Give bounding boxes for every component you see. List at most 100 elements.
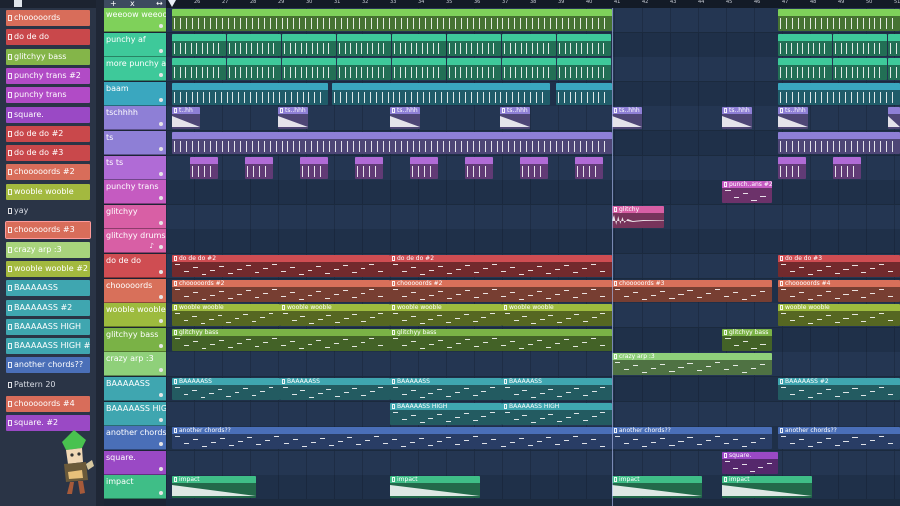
- track-lane[interactable]: punch..ans #2: [166, 180, 900, 205]
- pattern-item[interactable]: BAAAAASS: [6, 280, 90, 297]
- playlist-clip[interactable]: [778, 82, 900, 105]
- playlist-clip[interactable]: ts..hhh: [778, 107, 808, 130]
- playlist-clip[interactable]: BAAAAASS: [280, 378, 390, 400]
- playlist-clip[interactable]: BAAAAASS #2: [778, 378, 900, 400]
- playlist-clip[interactable]: another chords??: [778, 427, 900, 450]
- playlist-clip[interactable]: [355, 156, 383, 179]
- track-header[interactable]: punchy af: [104, 32, 166, 57]
- track-lane[interactable]: [166, 229, 900, 254]
- playlist-clip[interactable]: BAAAAASS: [502, 378, 612, 400]
- playlist-clip[interactable]: [502, 58, 556, 81]
- playlist-clip[interactable]: ts..hhh: [500, 107, 530, 130]
- playlist-clip[interactable]: square.: [722, 451, 778, 474]
- track-mute-toggle[interactable]: [159, 24, 163, 28]
- pattern-item[interactable]: chooooords #4: [6, 396, 90, 412]
- pattern-item[interactable]: punchy trans: [6, 87, 90, 104]
- playlist-clip[interactable]: [172, 82, 328, 105]
- playlist-clip[interactable]: glitchy: [612, 205, 664, 228]
- pattern-item[interactable]: do de do #3: [6, 145, 90, 162]
- track-lane[interactable]: BAAAAASS BAAAAASS BAAAAASS BAAAAASS BAAAAASS…: [166, 377, 900, 401]
- playlist-clip[interactable]: [833, 58, 887, 81]
- pattern-item[interactable]: do de do #2: [6, 125, 90, 142]
- pattern-item[interactable]: wooble wooble: [6, 183, 90, 200]
- playlist-clip[interactable]: [778, 156, 806, 179]
- playlist-clip[interactable]: [520, 156, 548, 179]
- playlist-clip[interactable]: [282, 58, 336, 81]
- track-mute-toggle[interactable]: [159, 442, 163, 447]
- track-mute-toggle[interactable]: [159, 466, 163, 471]
- expand-icon[interactable]: ↔: [156, 0, 163, 8]
- pattern-item[interactable]: crazy arp :3: [6, 241, 90, 258]
- track-header[interactable]: punchy trans: [104, 180, 166, 205]
- playlist-clip[interactable]: [778, 132, 900, 154]
- playlist-clip[interactable]: [888, 58, 900, 81]
- playlist-clip[interactable]: BAAAAASS HIGH: [390, 402, 502, 425]
- track-lane[interactable]: [166, 155, 900, 180]
- playlist-clip[interactable]: [332, 82, 550, 105]
- playlist-clip[interactable]: impact: [390, 476, 480, 499]
- pattern-item[interactable]: glitchyy bass: [6, 48, 90, 65]
- playlist-clip[interactable]: chooooords #2: [172, 279, 390, 302]
- track-mute-toggle[interactable]: [159, 196, 163, 201]
- track-header[interactable]: BAAAAASS: [104, 377, 166, 401]
- playlist-clip[interactable]: [410, 156, 438, 179]
- playlist-clip[interactable]: [282, 33, 336, 56]
- track-mute-toggle[interactable]: [159, 368, 163, 373]
- track-lane[interactable]: [166, 81, 900, 106]
- playlist-clip[interactable]: [172, 33, 226, 56]
- track-header[interactable]: chooooords: [104, 278, 166, 303]
- playlist-clip[interactable]: [833, 156, 861, 179]
- playlist-clip[interactable]: glitchyy bass: [172, 328, 390, 351]
- pattern-item[interactable]: Pattern 20: [6, 376, 90, 393]
- pattern-item[interactable]: do de do: [6, 29, 90, 46]
- playlist-clip[interactable]: [888, 33, 900, 56]
- track-lane[interactable]: [166, 8, 900, 32]
- playlist-clip[interactable]: [392, 58, 446, 81]
- pattern-item[interactable]: yay: [6, 203, 90, 219]
- playlist-clip[interactable]: crazy arp :3: [612, 353, 772, 376]
- pattern-item[interactable]: chooooords: [6, 10, 90, 26]
- playlist-clip[interactable]: another chords??: [612, 427, 772, 450]
- playlist-clip[interactable]: [245, 156, 273, 179]
- playlist-clip[interactable]: BAAAAASS: [390, 378, 502, 400]
- track-mute-toggle[interactable]: [159, 48, 163, 53]
- playlist-clip[interactable]: [557, 33, 611, 56]
- playlist-clip[interactable]: [337, 33, 391, 56]
- playlist-clip[interactable]: chooooords #3: [612, 279, 772, 302]
- track-mute-toggle[interactable]: [159, 393, 163, 397]
- track-header[interactable]: baam: [104, 81, 166, 106]
- playlist-clip[interactable]: glitchyy bass: [722, 328, 772, 351]
- playlist-clip[interactable]: do de do #2: [172, 255, 390, 277]
- playlist-clip[interactable]: t..hh: [172, 107, 200, 130]
- playlist-clip[interactable]: [227, 58, 281, 81]
- track-mute-toggle[interactable]: [159, 491, 163, 496]
- track-mute-toggle[interactable]: [159, 319, 163, 324]
- playlist-clip[interactable]: [502, 33, 556, 56]
- playlist-clip[interactable]: [300, 156, 328, 179]
- pattern-panel-icon[interactable]: [14, 0, 22, 7]
- track-lane[interactable]: glitchyy bass glitchyy bass glitchyy bass: [166, 327, 900, 352]
- playlist-clip[interactable]: wooble wooble: [280, 304, 390, 327]
- pattern-item[interactable]: square.: [6, 106, 90, 123]
- playlist-clip[interactable]: [557, 58, 611, 81]
- pattern-item[interactable]: wooble wooble #2: [6, 260, 90, 277]
- track-mute-toggle[interactable]: [159, 97, 163, 102]
- playlist-clip[interactable]: ts..hhh: [390, 107, 420, 130]
- playlist-clip[interactable]: [575, 156, 603, 179]
- playlist-clip[interactable]: BAAAAASS: [172, 378, 280, 400]
- track-mute-toggle[interactable]: [159, 171, 163, 176]
- track-header[interactable]: impact: [104, 475, 166, 500]
- track-mute-toggle[interactable]: [159, 147, 163, 151]
- track-lane[interactable]: [166, 32, 900, 57]
- close-icon[interactable]: x: [130, 0, 135, 8]
- track-lane[interactable]: impact impact impact impact: [166, 475, 900, 500]
- playlist-clip[interactable]: [778, 58, 832, 81]
- playlist-clip[interactable]: impact: [722, 476, 812, 499]
- track-header[interactable]: do de do: [104, 254, 166, 278]
- playlist-clip[interactable]: ts..hhh: [722, 107, 752, 130]
- playlist-clip[interactable]: wooble wooble: [502, 304, 612, 327]
- track-mute-toggle[interactable]: [159, 294, 163, 299]
- track-header[interactable]: ts ts: [104, 155, 166, 180]
- pattern-item[interactable]: punchy trans #2: [6, 67, 90, 84]
- playlist-clip[interactable]: [447, 58, 501, 81]
